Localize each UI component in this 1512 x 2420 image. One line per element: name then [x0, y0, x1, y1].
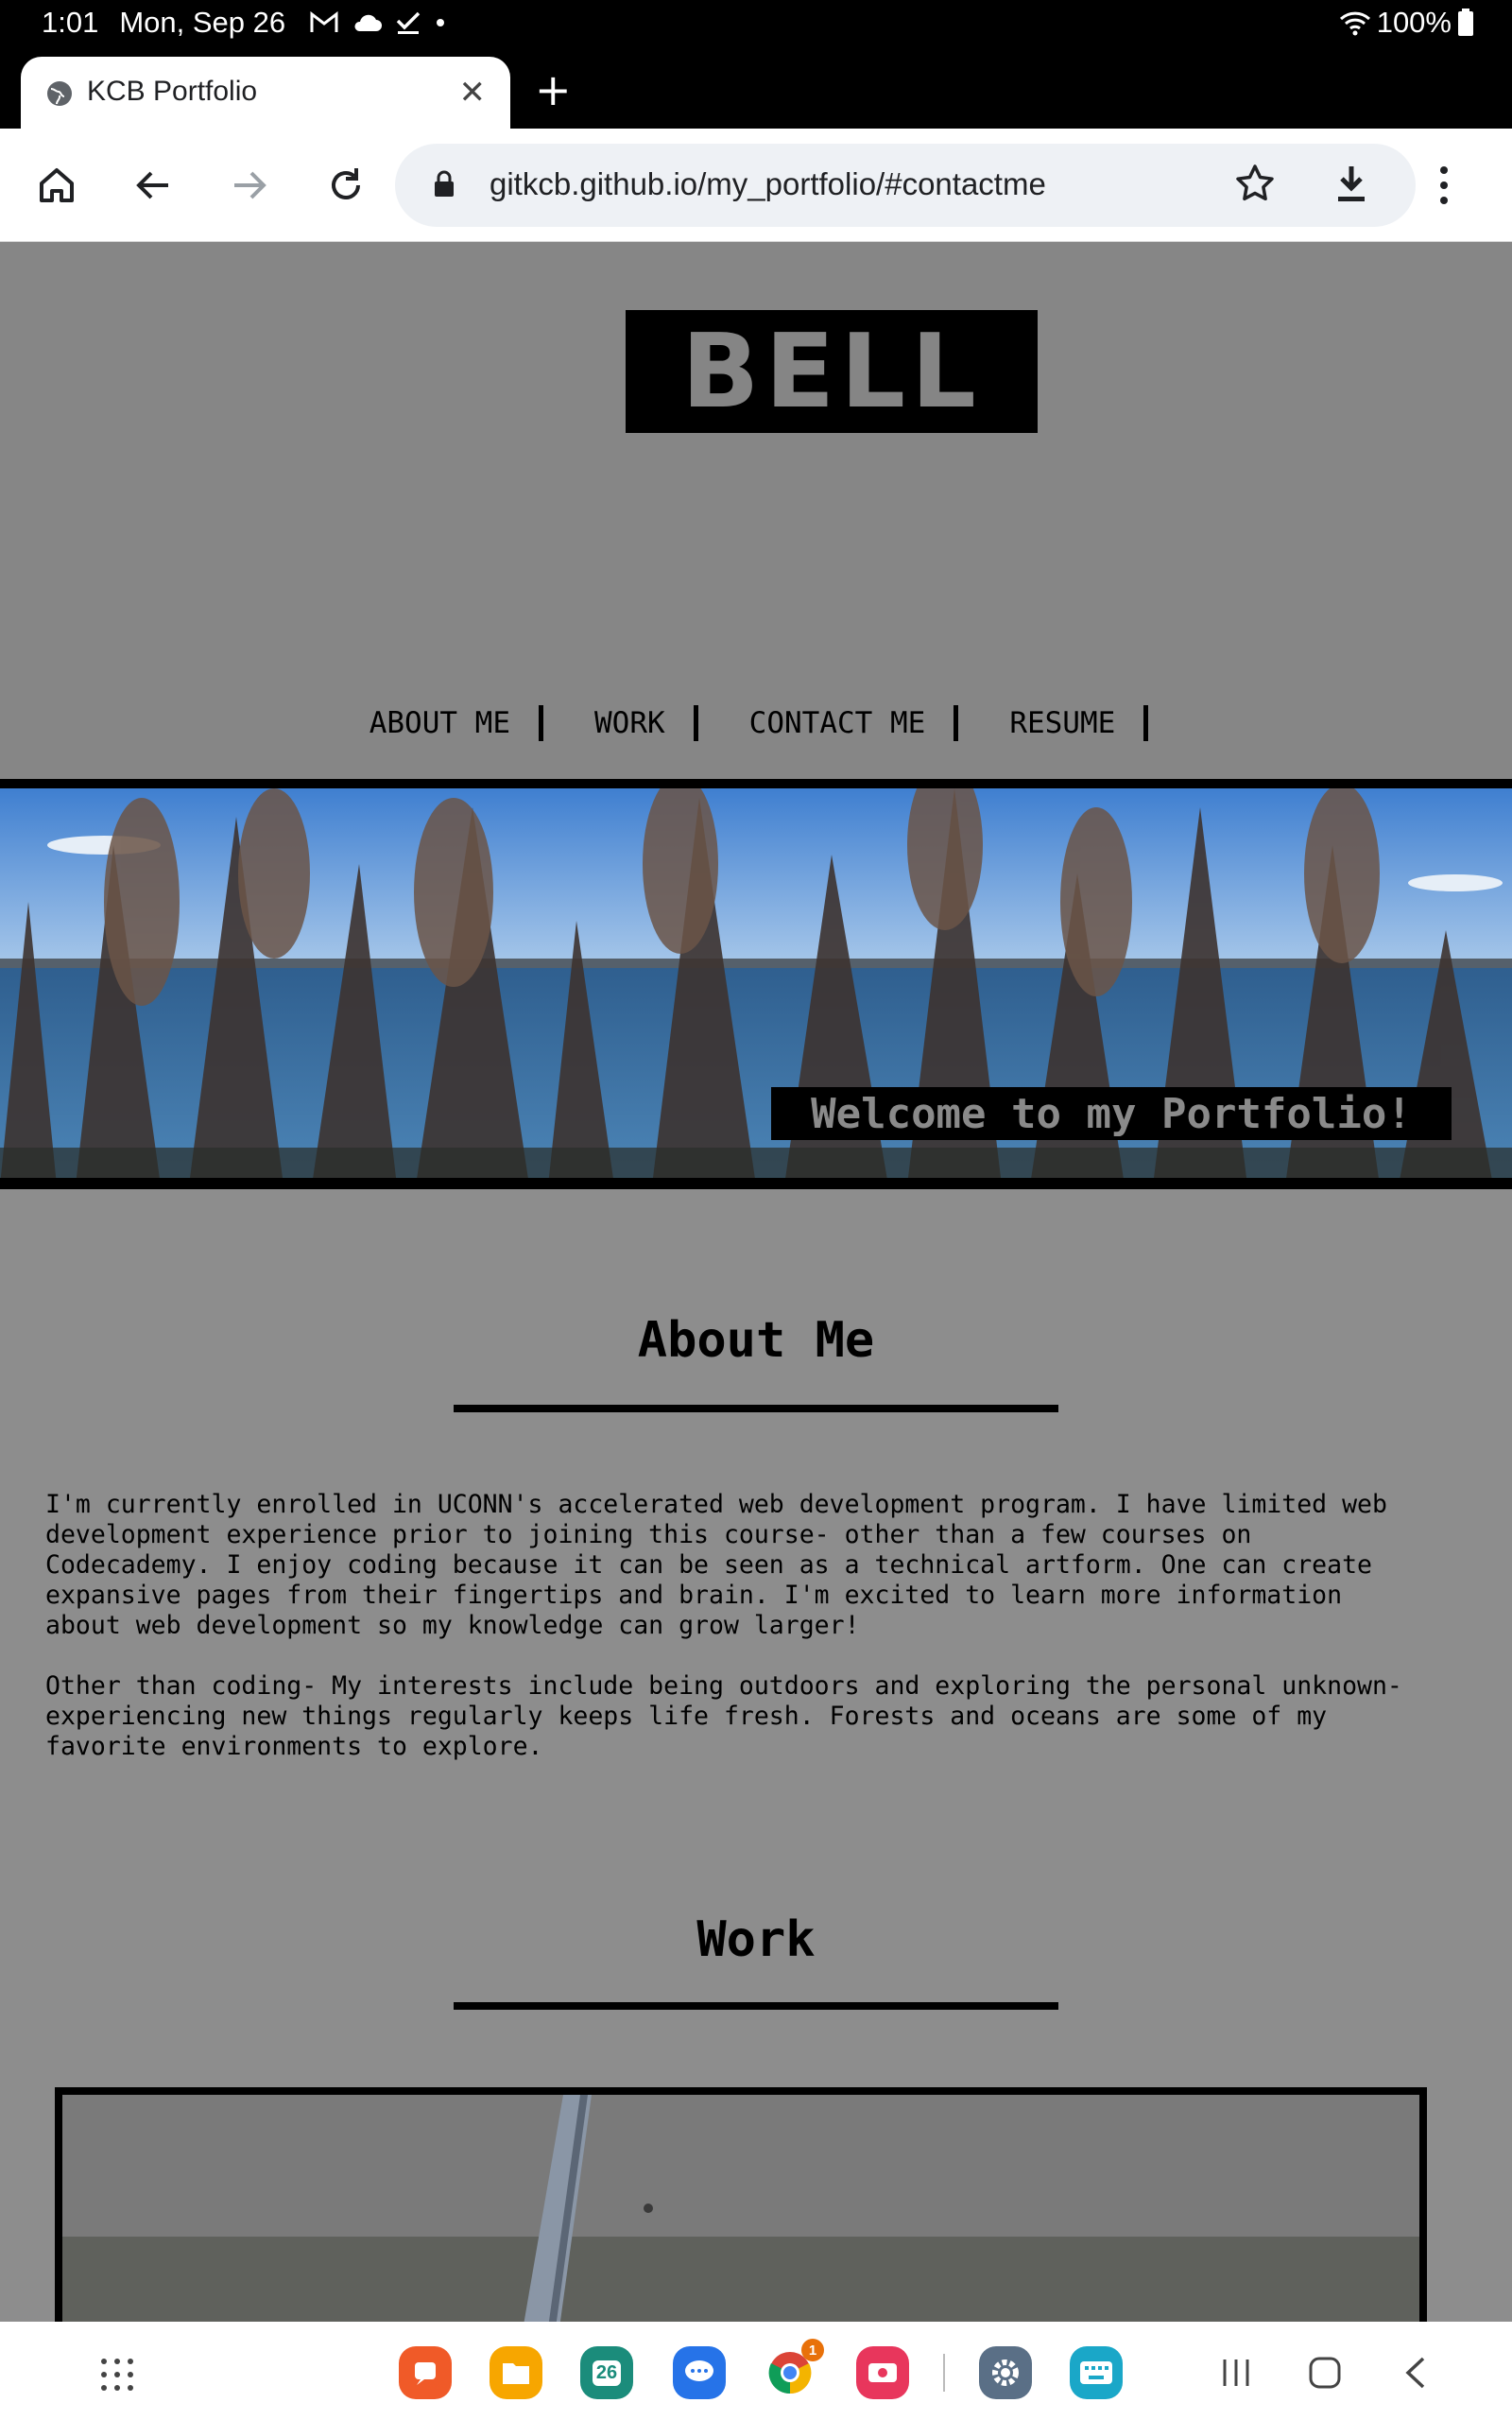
my-files-icon[interactable]: [490, 2346, 542, 2399]
nav-resume[interactable]: RESUME: [981, 705, 1149, 741]
close-tab-icon[interactable]: ✕: [459, 74, 487, 112]
web-page: BELL ABOUT ME WORK CONTACT ME RESUME Wel…: [0, 242, 1512, 2322]
about-paragraph-1: I'm currently enrolled in UCONN's accele…: [45, 1490, 1387, 1640]
about-divider: [454, 1405, 1058, 1412]
clock: 1:01: [42, 6, 99, 39]
battery-percent: 100%: [1376, 6, 1452, 39]
about-heading: About Me: [637, 1312, 875, 1369]
calendar-icon[interactable]: 26: [580, 2346, 633, 2399]
battery-icon: [1458, 9, 1473, 36]
forward-icon[interactable]: [223, 159, 276, 212]
work-divider: [454, 2002, 1058, 2010]
work-heading: Work: [696, 1911, 816, 1968]
logo-text: BELL: [681, 312, 982, 431]
url-text[interactable]: gitkcb.github.io/my_portfolio/#contactme: [490, 166, 1046, 202]
hero-border-top: [0, 779, 1512, 788]
notes-app-icon[interactable]: [399, 2346, 452, 2399]
about-paragraph-2: Other than coding- My interests include …: [45, 1671, 1402, 1761]
download-icon[interactable]: [1331, 161, 1372, 206]
globe-icon: [47, 81, 72, 106]
chrome-icon[interactable]: 1: [764, 2339, 824, 2399]
hero-caption: Welcome to my Portfolio!: [771, 1087, 1452, 1140]
app-drawer-icon[interactable]: [98, 2356, 136, 2394]
home-nav-icon[interactable]: [1308, 2356, 1342, 2390]
cloud-icon: [354, 14, 383, 31]
gmail-icon: [310, 11, 338, 32]
calendar-date: 26: [592, 2360, 622, 2386]
new-tab-icon[interactable]: +: [535, 68, 572, 112]
hero-caption-text: Welcome to my Portfolio!: [811, 1089, 1412, 1138]
home-icon[interactable]: [30, 159, 83, 212]
site-logo[interactable]: BELL: [626, 310, 1038, 433]
dock-divider: [943, 2354, 945, 2392]
screen-recorder-icon[interactable]: [856, 2346, 909, 2399]
hero-border-bottom: [0, 1178, 1512, 1189]
status-bar: 1:01 Mon, Sep 26 100%: [0, 0, 1512, 49]
nav-contact-me[interactable]: CONTACT ME: [721, 705, 959, 741]
browser-toolbar: gitkcb.github.io/my_portfolio/#contactme: [0, 129, 1512, 242]
work-project-card[interactable]: [55, 2087, 1427, 2322]
nav-work[interactable]: WORK: [566, 705, 698, 741]
back-icon[interactable]: [127, 159, 180, 212]
address-bar[interactable]: gitkcb.github.io/my_portfolio/#contactme: [395, 144, 1416, 227]
notification-dot-icon: [437, 19, 445, 26]
site-nav: ABOUT ME WORK CONTACT ME RESUME: [0, 705, 1512, 741]
more-icon[interactable]: [1436, 163, 1452, 208]
star-icon[interactable]: [1234, 163, 1276, 204]
back-nav-icon[interactable]: [1402, 2356, 1429, 2390]
reload-icon[interactable]: [319, 159, 372, 212]
lock-icon[interactable]: [433, 170, 455, 199]
settings-icon[interactable]: [979, 2346, 1032, 2399]
tab-strip: KCB Portfolio ✕ +: [0, 49, 1512, 129]
wifi-icon: [1339, 11, 1370, 36]
messages-icon[interactable]: [673, 2346, 726, 2399]
keyboard-icon[interactable]: [1070, 2346, 1123, 2399]
browser-tab[interactable]: KCB Portfolio ✕: [21, 57, 510, 129]
recents-icon[interactable]: [1219, 2356, 1253, 2390]
tab-title: KCB Portfolio: [87, 76, 258, 107]
chrome-notification-badge: 1: [801, 2339, 824, 2361]
nav-about-me[interactable]: ABOUT ME: [341, 705, 544, 741]
taskbar: 26 1: [0, 2322, 1512, 2420]
task-done-icon: [396, 11, 421, 34]
date: Mon, Sep 26: [119, 6, 286, 39]
